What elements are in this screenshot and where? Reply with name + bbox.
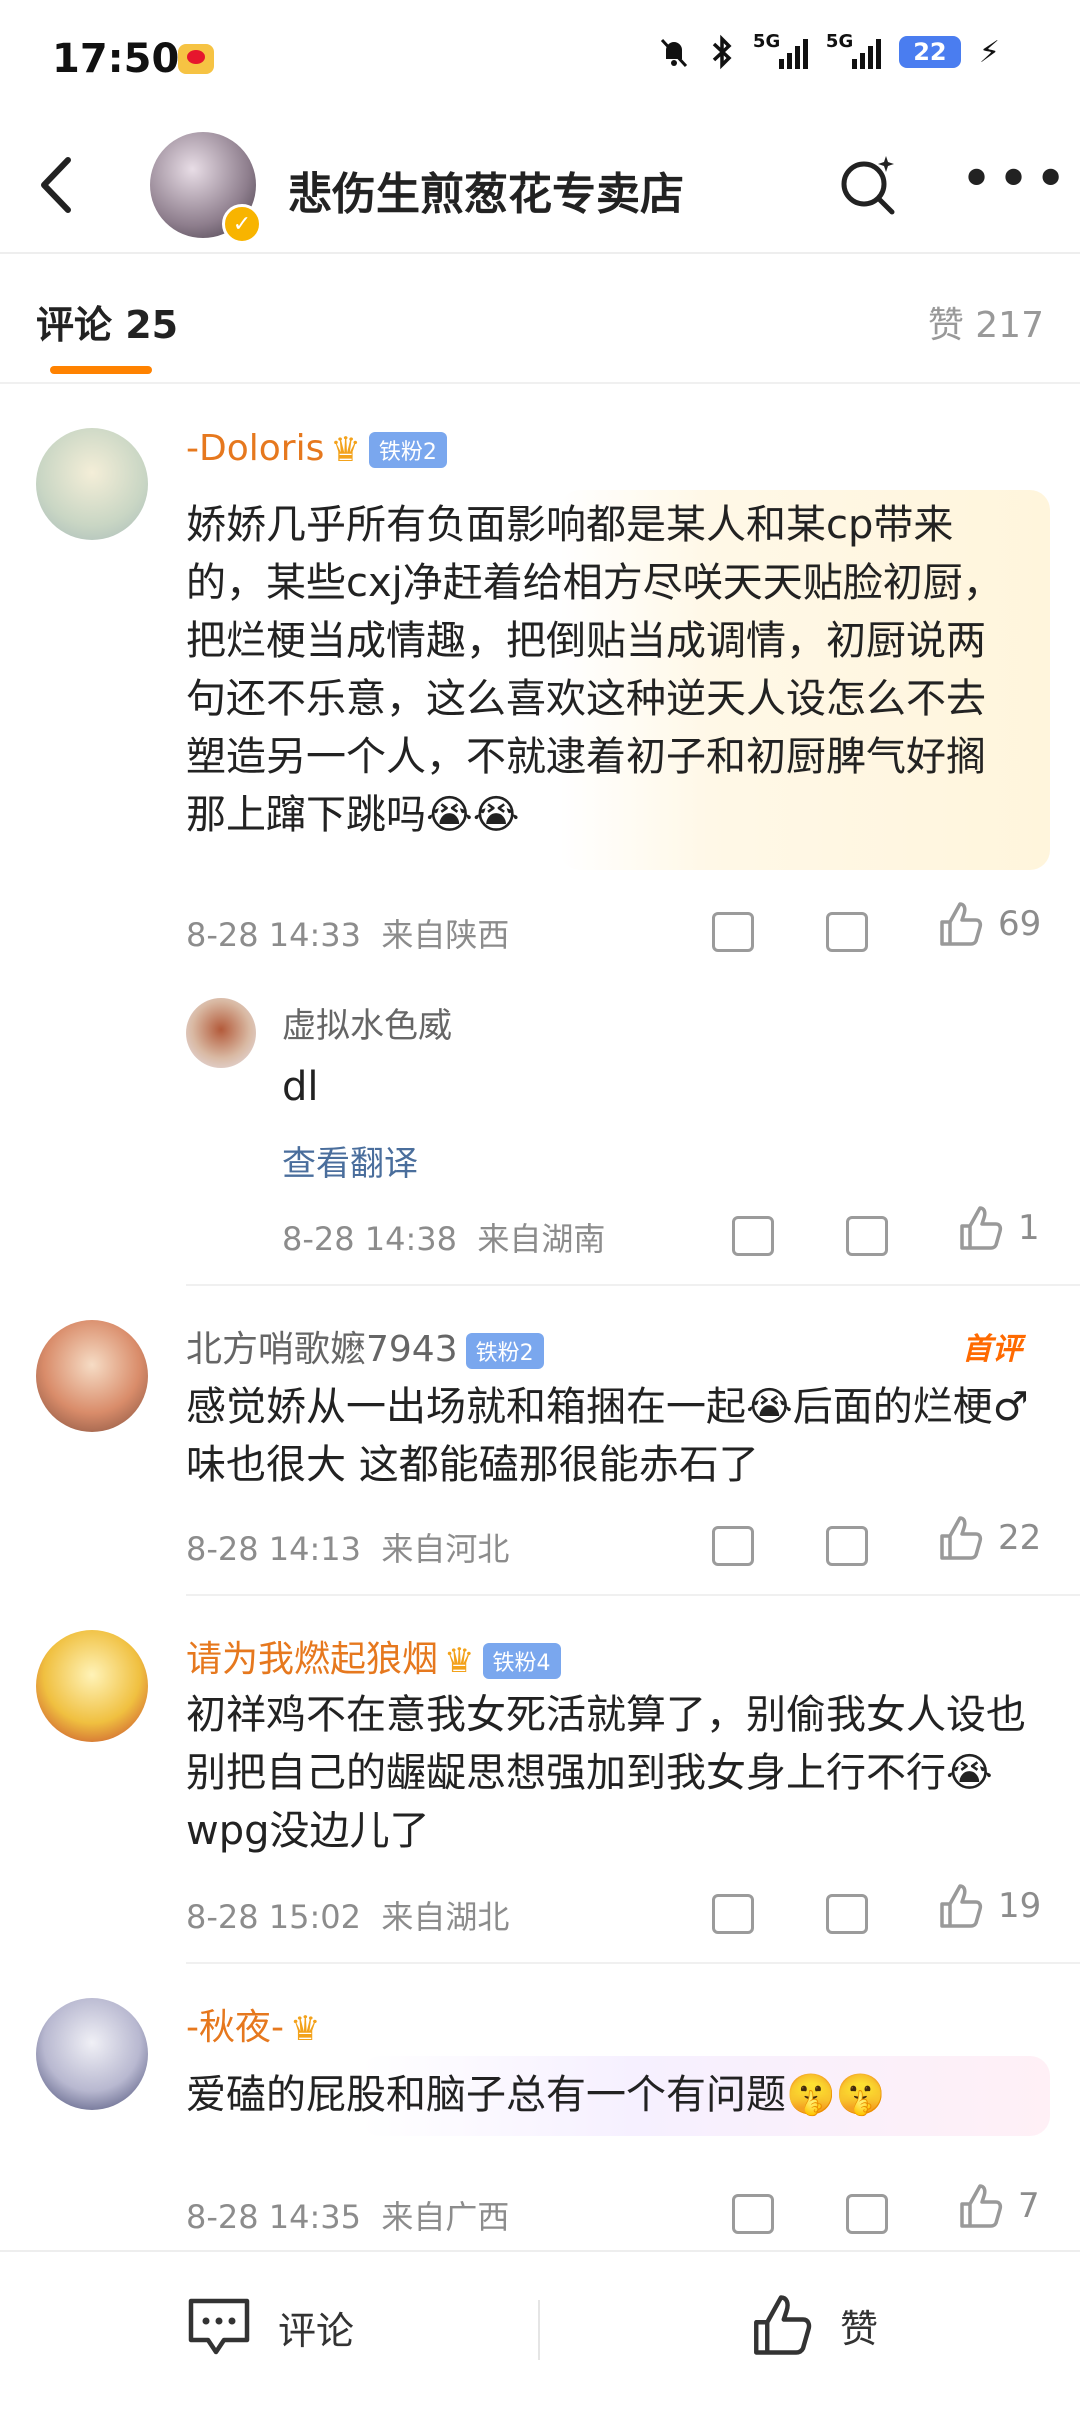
avatar[interactable]	[36, 1630, 148, 1742]
mute-bell-icon	[660, 38, 688, 68]
avatar[interactable]	[36, 428, 148, 540]
divider	[186, 1594, 1080, 1596]
more-button[interactable]: •••	[960, 152, 1071, 208]
page-title[interactable]: 悲伤生煎葱花专卖店	[288, 158, 684, 222]
reply-text: dl	[282, 1064, 319, 1110]
crown-icon: ♛	[289, 2009, 321, 2049]
reply-meta: 8-28 14:38 来自湖南	[282, 1220, 606, 1258]
comment-text: 爱磕的屁股和脑子总有一个有问题🤫🤫	[186, 2072, 886, 2118]
thumbs-up-icon	[960, 1206, 1003, 1250]
like-button[interactable]: 69	[936, 900, 1041, 948]
share-button[interactable]	[732, 2194, 774, 2234]
like-button[interactable]: 19	[936, 1882, 1041, 1930]
translate-link[interactable]: 查看翻译	[282, 1136, 418, 1185]
share-button[interactable]	[712, 1894, 754, 1934]
verified-badge-icon: ✓	[222, 204, 262, 244]
thumbs-up-icon	[940, 1516, 983, 1560]
comment-text: 感觉娇从一出场就和箱捆在一起😭后面的烂梗♂味也很大 这都能磕那很能赤石了	[186, 1384, 1029, 1488]
crown-icon: ♛	[330, 430, 361, 470]
comment-icon	[188, 2298, 250, 2355]
divider	[0, 252, 1080, 254]
share-button[interactable]	[712, 912, 754, 952]
signal-5g-icon: 5G	[753, 31, 808, 69]
tab-active-indicator	[50, 366, 152, 374]
more-dots-icon: •••	[960, 147, 1072, 212]
status-time: 17:50	[52, 36, 180, 82]
reply-button[interactable]	[826, 1894, 868, 1934]
bottom-like-label: 赞	[840, 2306, 879, 2351]
reply-button[interactable]	[826, 1526, 868, 1566]
search-button[interactable]	[836, 152, 895, 215]
comment-text: 娇娇几乎所有负面影响都是某人和某cp带来的，某些cxj净赶着给相方尽咲天天贴脸初…	[186, 502, 1003, 838]
username-text: 请为我燃起狼烟	[186, 1639, 439, 1680]
thumbs-up-icon	[754, 2295, 812, 2355]
battery-indicator: 22	[898, 36, 961, 68]
back-arrow-icon	[41, 157, 71, 213]
thumbs-up-icon	[940, 1884, 983, 1928]
like-count: 19	[998, 1886, 1042, 1926]
divider	[186, 1284, 1080, 1286]
comment-username[interactable]: -Doloris ♛ 铁粉2	[186, 428, 447, 470]
bluetooth-icon	[712, 34, 732, 70]
avatar[interactable]	[36, 1320, 148, 1432]
avatar[interactable]	[186, 998, 256, 1068]
bottom-comment-button[interactable]: 评论	[186, 2296, 354, 2358]
reply-username[interactable]: 虚拟水色威	[282, 998, 452, 1047]
comment-username[interactable]: 北方哨歌嬷7943 铁粉2	[186, 1320, 544, 1372]
fan-badge: 铁粉4	[482, 1643, 561, 1679]
weibo-icon	[178, 44, 214, 74]
status-icons: 5G 5G 22 ⚡	[657, 31, 1000, 70]
like-count: 1	[1018, 1208, 1040, 1248]
tab-likes[interactable]: 赞 217	[928, 296, 1044, 348]
first-comment-tag: 首评	[962, 1332, 1022, 1367]
fan-badge: 铁粉2	[465, 1333, 544, 1369]
like-count: 22	[998, 1518, 1042, 1558]
avatar[interactable]	[36, 1998, 148, 2110]
like-count: 7	[1018, 2186, 1040, 2226]
username-text: -秋夜-	[186, 2007, 284, 2048]
comment-text: 初祥鸡不在意我女死活就算了，别偷我女人设也别把自己的龌龊思想强加到我女身上行不行…	[186, 1692, 1026, 1854]
divider	[0, 2250, 1080, 2252]
thumbs-up-icon	[960, 2184, 1003, 2228]
divider	[538, 2300, 540, 2360]
comment-username[interactable]: 请为我燃起狼烟 ♛ 铁粉4	[186, 1630, 561, 1682]
like-count: 69	[998, 904, 1042, 944]
divider	[0, 382, 1080, 384]
reply-button[interactable]	[846, 1216, 888, 1256]
reply-button[interactable]	[846, 2194, 888, 2234]
crown-icon: ♛	[444, 1641, 475, 1681]
charging-icon: ⚡	[978, 34, 1000, 70]
bottom-like-button[interactable]: 赞	[748, 2292, 878, 2358]
fan-badge: 铁粉2	[368, 432, 447, 468]
share-button[interactable]	[712, 1526, 754, 1566]
like-button[interactable]: 1	[956, 1204, 1040, 1252]
thumbs-up-icon	[940, 902, 983, 946]
bottom-comment-label: 评论	[278, 2308, 355, 2353]
comment-meta: 8-28 14:35 来自广西	[186, 2198, 510, 2236]
sparkle-search-icon	[841, 156, 895, 215]
comment-meta: 8-28 15:02 来自湖北	[186, 1898, 510, 1936]
username-text: 北方哨歌嬷7943	[186, 1329, 458, 1370]
username-text: -Doloris	[186, 428, 325, 469]
like-button[interactable]: 22	[936, 1514, 1041, 1562]
reply-button[interactable]	[826, 912, 868, 952]
signal-5g-icon: 5G	[826, 31, 881, 69]
tab-comments[interactable]: 评论 25	[36, 294, 178, 349]
divider	[186, 1962, 1080, 1964]
comment-username[interactable]: -秋夜- ♛	[186, 1998, 320, 2050]
like-button[interactable]: 7	[956, 2182, 1040, 2230]
share-button[interactable]	[732, 1216, 774, 1256]
comment-meta: 8-28 14:33 来自陕西	[186, 916, 510, 954]
comment-meta: 8-28 14:13 来自河北	[186, 1530, 510, 1568]
back-button[interactable]	[30, 150, 90, 230]
